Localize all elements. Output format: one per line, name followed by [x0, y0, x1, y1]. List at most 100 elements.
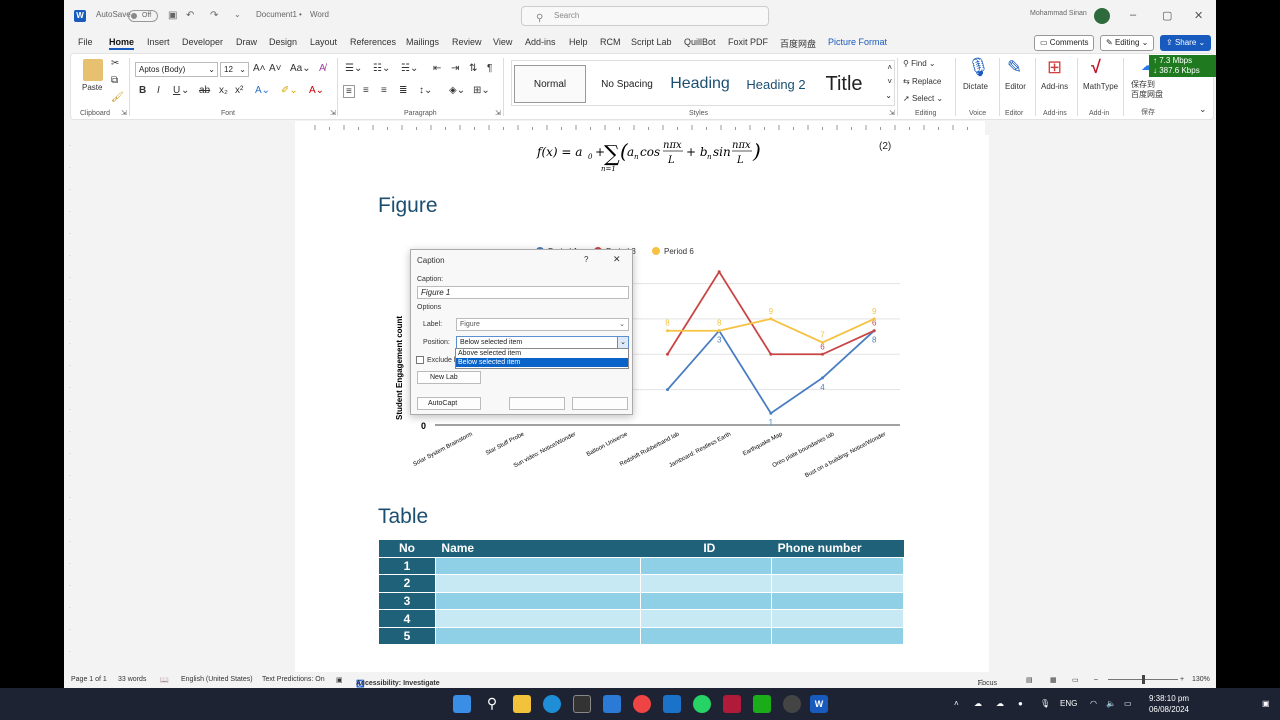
align-right-icon[interactable]: ≡ — [381, 85, 387, 96]
find-button[interactable]: ⚲ Find ⌄ — [903, 59, 936, 68]
phone-cell[interactable] — [771, 591, 904, 611]
decrease-indent-icon[interactable]: ⇤ — [433, 63, 441, 74]
tab-developer[interactable]: Developer — [182, 37, 223, 47]
justify-icon[interactable]: ≣ — [399, 85, 407, 96]
autosave-toggle[interactable]: Off — [128, 10, 158, 22]
search-icon[interactable]: ⚲ — [483, 695, 501, 713]
baidu-save-button[interactable]: 保存到 百度网盘 — [1131, 80, 1163, 100]
text-effects-icon[interactable]: A⌄ — [255, 85, 270, 96]
header-id[interactable]: ID — [640, 540, 772, 557]
proofing-icon[interactable]: 📖 — [160, 676, 169, 684]
avatar[interactable] — [1094, 8, 1110, 24]
minimize-icon[interactable]: – — [1130, 9, 1136, 21]
shading-icon[interactable]: ◈⌄ — [449, 85, 465, 96]
copy-icon[interactable]: ⧉ — [111, 75, 118, 86]
show-formatting-icon[interactable]: ¶ — [487, 63, 492, 74]
save-icon[interactable]: ▣ — [168, 10, 177, 21]
mathtype-button[interactable]: MathType — [1083, 82, 1118, 91]
tab-layout[interactable]: Layout — [310, 37, 337, 47]
chatgpt-icon[interactable] — [783, 695, 801, 713]
macro-icon[interactable]: ▣ — [336, 676, 343, 684]
notification-icon[interactable]: ▣ — [1262, 699, 1270, 708]
wechat-tray-icon[interactable]: ● — [1018, 699, 1023, 708]
data-table[interactable]: No Name ID Phone number 1 2 3 4 5 — [378, 540, 904, 646]
web-layout-icon[interactable]: ▭ — [1072, 676, 1079, 684]
volume-icon[interactable]: 🔈 — [1106, 699, 1116, 708]
dictate-button[interactable]: Dictate — [963, 82, 988, 91]
tab-home[interactable]: Home — [109, 37, 135, 50]
customize-qat-icon[interactable]: ⌄ — [234, 10, 241, 19]
highlight-icon[interactable]: ✐⌄ — [281, 85, 298, 96]
caption-input[interactable]: Figure 1 — [417, 286, 629, 299]
change-case-icon[interactable]: Aa⌄ — [290, 63, 311, 74]
mathtype-icon[interactable]: √ — [1091, 57, 1101, 78]
id-cell[interactable] — [640, 626, 773, 646]
increase-indent-icon[interactable]: ⇥ — [451, 63, 459, 74]
zoom-in-icon[interactable]: + — [1180, 676, 1184, 683]
vertical-ruler[interactable]: · · · · · · · · · · · · · · · · · · · · · · · · — [64, 135, 78, 672]
mic-tray-icon[interactable]: 🎙 — [1040, 699, 1050, 708]
battery-icon[interactable]: ▭ — [1124, 699, 1132, 708]
wifi-icon[interactable]: ◠ — [1090, 699, 1097, 708]
tab-foxit-pdf[interactable]: Foxit PDF — [728, 37, 768, 47]
id-cell[interactable] — [640, 609, 773, 628]
name-cell[interactable] — [434, 591, 642, 611]
multilevel-list-icon[interactable]: ☵⌄ — [401, 63, 418, 74]
id-cell[interactable] — [640, 574, 773, 593]
shrink-font-icon[interactable]: A˅ — [269, 63, 282, 74]
comments-button[interactable]: ▭ Comments — [1034, 35, 1095, 51]
row-number[interactable]: 5 — [378, 626, 436, 646]
replace-button[interactable]: ⇆ Replace — [903, 77, 941, 86]
phone-cell[interactable] — [771, 574, 904, 593]
wechat-icon[interactable] — [753, 695, 771, 713]
strikethrough-icon[interactable]: ab — [199, 85, 210, 96]
zoom-out-icon[interactable]: – — [1094, 676, 1098, 683]
addins-button[interactable]: Add-ins — [1041, 82, 1068, 91]
zoom-level[interactable]: 130% — [1192, 676, 1210, 683]
font-launcher-icon[interactable]: ⇲ — [330, 109, 336, 117]
tab-design[interactable]: Design — [269, 37, 297, 47]
app-icon[interactable] — [723, 695, 741, 713]
redo-icon[interactable]: ↷ — [210, 10, 218, 21]
row-number[interactable]: 3 — [378, 591, 436, 611]
editing-mode-button[interactable]: ✎ Editing ⌄ — [1100, 35, 1155, 51]
name-cell[interactable] — [434, 609, 642, 628]
skype-icon[interactable] — [543, 695, 561, 713]
tray-chevron-icon[interactable]: ˄ — [954, 699, 959, 708]
page-count[interactable]: Page 1 of 1 — [71, 676, 107, 683]
ok-button[interactable] — [509, 397, 565, 410]
line-spacing-icon[interactable]: ↕⌄ — [419, 85, 432, 96]
style-title[interactable]: Title — [814, 65, 874, 103]
clock[interactable]: 9:38:10 pm 06/08/2024 — [1144, 693, 1194, 715]
phone-cell[interactable] — [771, 609, 904, 628]
word-count[interactable]: 33 words — [118, 676, 146, 683]
name-cell[interactable] — [434, 574, 642, 593]
gallery-more-icon[interactable]: ⌄ — [885, 91, 892, 100]
tab-picture-format[interactable]: Picture Format — [828, 37, 887, 47]
italic-icon[interactable]: I — [157, 85, 160, 96]
share-button[interactable]: ⇪ Share ⌄ — [1160, 35, 1212, 51]
tab-references[interactable]: References — [350, 37, 396, 47]
tab-mailings[interactable]: Mailings — [406, 37, 439, 47]
search-box[interactable]: ⚲ Search — [521, 6, 769, 26]
style-heading[interactable]: Heading — [662, 65, 738, 103]
new-label-button[interactable]: New Lab — [417, 371, 481, 384]
figure-heading[interactable]: Figure — [378, 194, 438, 218]
clipboard-launcher-icon[interactable]: ⇲ — [121, 109, 127, 117]
gallery-up-icon[interactable]: ˄ — [887, 63, 892, 72]
clear-formatting-icon[interactable]: A̸ — [319, 63, 326, 74]
close-icon[interactable]: ✕ — [1194, 9, 1203, 22]
header-phone[interactable]: Phone number — [771, 540, 904, 557]
paragraph-launcher-icon[interactable]: ⇲ — [495, 109, 501, 117]
font-size-select[interactable]: 12 ⌄ — [220, 62, 249, 77]
row-number[interactable]: 1 — [378, 556, 436, 576]
align-left-icon[interactable]: ≡ — [343, 85, 355, 98]
read-mode-icon[interactable]: ▤ — [1026, 676, 1033, 684]
sort-icon[interactable]: ⇅ — [469, 63, 477, 74]
row-number[interactable]: 2 — [378, 574, 436, 593]
chevron-down-icon[interactable]: ⌄ — [181, 85, 189, 96]
bullets-icon[interactable]: ☰⌄ — [345, 63, 362, 74]
borders-icon[interactable]: ⊞⌄ — [473, 85, 490, 96]
horizontal-ruler[interactable] — [295, 121, 985, 135]
header-name[interactable]: Name — [435, 540, 641, 557]
